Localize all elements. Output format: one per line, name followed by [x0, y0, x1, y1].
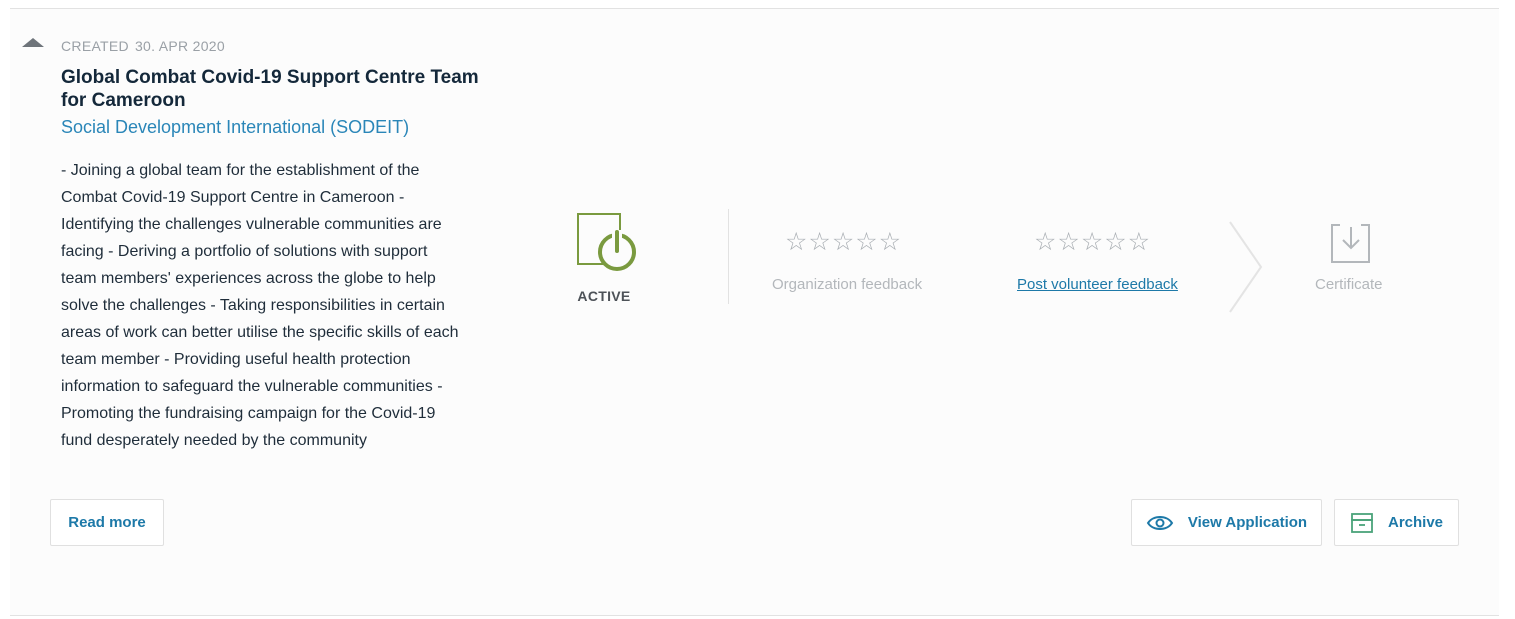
- download-icon[interactable]: [1330, 223, 1372, 265]
- org-feedback-stars: ☆☆☆☆☆: [785, 228, 903, 256]
- certificate-label: Certificate: [1315, 276, 1383, 293]
- created-label: CREATED: [61, 38, 129, 54]
- opportunity-card: CREATED 30. APR 2020 Global Combat Covid-…: [10, 8, 1499, 616]
- org-feedback-label: Organization feedback: [772, 276, 923, 293]
- organization-link[interactable]: Social Development International (SODEIT…: [61, 117, 409, 138]
- eye-icon: [1146, 515, 1174, 530]
- status-label: ACTIVE: [577, 288, 631, 304]
- created-date: 30. APR 2020: [134, 38, 225, 54]
- volunteer-feedback-stars[interactable]: ☆☆☆☆☆: [1034, 227, 1151, 257]
- status-icon-wrapper: [570, 212, 640, 279]
- power-icon: [577, 213, 636, 271]
- collapse-caret-icon[interactable]: [22, 38, 44, 47]
- post-volunteer-feedback-link[interactable]: Post volunteer feedback: [1017, 276, 1178, 293]
- opportunity-description: - Joining a global team for the establis…: [61, 162, 459, 449]
- divider: [728, 209, 729, 304]
- archive-label: Archive: [1387, 514, 1444, 531]
- opportunity-title: Global Combat Covid-19 Support Centre Te…: [61, 67, 479, 111]
- archive-button[interactable]: Archive: [1334, 499, 1459, 546]
- archive-box-icon: [1351, 512, 1373, 533]
- view-application-button[interactable]: View Application: [1131, 499, 1322, 546]
- chevron-right-icon: [1229, 221, 1263, 313]
- read-more-button[interactable]: Read more: [50, 499, 164, 546]
- view-application-label: View Application: [1187, 514, 1308, 531]
- created-info: CREATED 30. APR 2020: [61, 38, 225, 54]
